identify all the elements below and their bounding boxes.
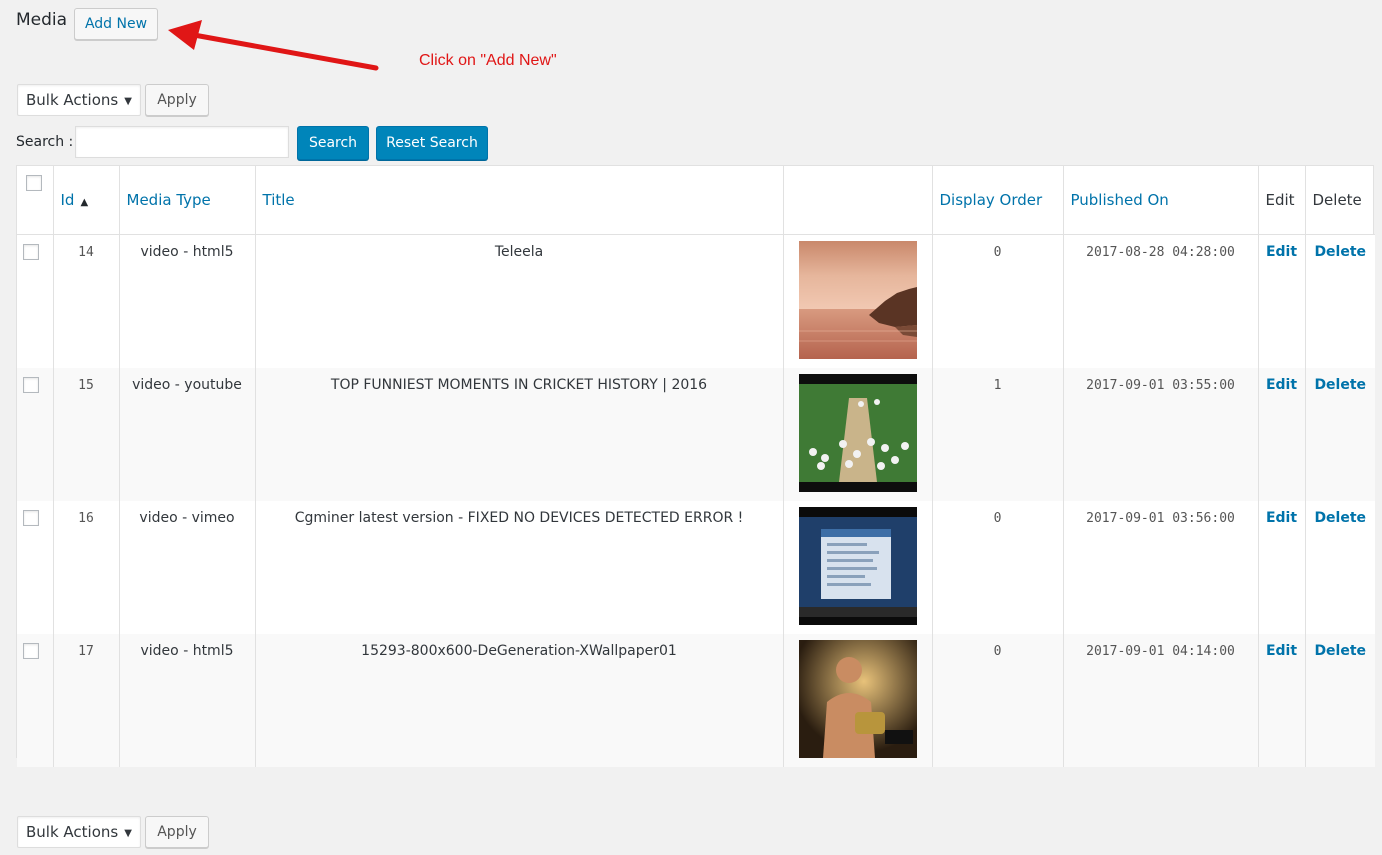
dropdown-arrow-icon: ▼ <box>124 828 132 839</box>
annotation-arrow-icon <box>168 20 379 71</box>
select-all-checkbox[interactable] <box>26 175 42 191</box>
delete-link[interactable]: Delete <box>1314 643 1366 659</box>
row-edit-cell: Edit <box>1258 633 1306 767</box>
row-checkbox-cell <box>17 633 54 767</box>
row-edit-cell: Edit <box>1258 367 1306 501</box>
row-published-on: 2017-09-01 03:56:00 <box>1063 500 1259 634</box>
row-id: 14 <box>53 234 120 368</box>
row-media-type: video - html5 <box>119 234 256 368</box>
edit-link[interactable]: Edit <box>1266 510 1297 526</box>
delete-link[interactable]: Delete <box>1314 510 1366 526</box>
column-delete: Delete <box>1305 166 1375 235</box>
row-checkbox[interactable] <box>23 642 39 659</box>
media-table: Id ▲ Media Type Title Display Order Publi… <box>16 165 1375 767</box>
delete-link[interactable]: Delete <box>1314 244 1366 260</box>
cricket-field-thumbnail <box>798 373 917 492</box>
row-thumbnail-cell <box>783 633 933 767</box>
row-display-order: 1 <box>932 367 1064 501</box>
search-button[interactable]: Search <box>297 126 369 160</box>
row-checkbox-cell <box>17 367 54 501</box>
annotation-text: Click on "Add New" <box>419 52 557 69</box>
column-edit: Edit <box>1258 166 1306 235</box>
row-published-on: 2017-09-01 04:14:00 <box>1063 633 1259 767</box>
row-media-type: video - vimeo <box>119 500 256 634</box>
row-published-on: 2017-09-01 03:55:00 <box>1063 367 1259 501</box>
column-published-on[interactable]: Published On <box>1063 166 1259 235</box>
row-title: TOP FUNNIEST MOMENTS IN CRICKET HISTORY … <box>255 367 784 501</box>
table-header-row: Id ▲ Media Type Title Display Order Publi… <box>17 166 1375 235</box>
row-delete-cell: Delete <box>1305 235 1375 368</box>
edit-link[interactable]: Edit <box>1266 377 1297 393</box>
sunset-sea-thumbnail <box>798 241 917 359</box>
row-thumbnail-cell <box>783 500 933 634</box>
bulk-actions-label: Bulk Actions <box>26 823 119 841</box>
delete-link[interactable]: Delete <box>1314 377 1366 393</box>
table-row: 14 video - html5 Teleela 0 2017-08-28 04… <box>17 234 1375 368</box>
bulk-actions-select-bottom[interactable]: Bulk Actions ▼ <box>17 816 141 848</box>
row-delete-cell: Delete <box>1305 501 1375 634</box>
row-title: Cgminer latest version - FIXED NO DEVICE… <box>255 500 784 634</box>
row-id: 17 <box>53 633 120 767</box>
search-input[interactable] <box>75 126 289 158</box>
row-title: Teleela <box>255 234 784 368</box>
row-thumbnail-cell <box>783 367 933 501</box>
bulk-actions-select-top[interactable]: Bulk Actions ▼ <box>17 84 141 116</box>
wrestler-thumbnail <box>798 639 917 758</box>
row-display-order: 0 <box>932 633 1064 767</box>
row-edit-cell: Edit <box>1258 500 1306 634</box>
apply-button-bottom[interactable]: Apply <box>145 816 209 848</box>
row-media-type: video - html5 <box>119 633 256 767</box>
row-id: 15 <box>53 367 120 501</box>
row-edit-cell: Edit <box>1258 234 1306 368</box>
row-checkbox-cell <box>17 500 54 634</box>
select-all-cell <box>17 166 54 235</box>
search-label: Search : <box>16 134 74 150</box>
column-thumbnail <box>783 166 933 235</box>
column-display-order[interactable]: Display Order <box>932 166 1064 235</box>
row-checkbox[interactable] <box>23 509 39 526</box>
edit-link[interactable]: Edit <box>1266 643 1297 659</box>
add-new-button[interactable]: Add New <box>74 8 158 40</box>
column-title[interactable]: Title <box>255 166 784 235</box>
table-row: 16 video - vimeo Cgminer latest version … <box>17 500 1375 634</box>
row-media-type: video - youtube <box>119 367 256 501</box>
row-thumbnail-cell <box>783 234 933 368</box>
column-media-type[interactable]: Media Type <box>119 166 256 235</box>
row-checkbox[interactable] <box>23 244 39 260</box>
row-delete-cell: Delete <box>1305 634 1375 767</box>
row-id: 16 <box>53 500 120 634</box>
edit-link[interactable]: Edit <box>1266 244 1297 260</box>
table-row: 17 video - html5 15293-800x600-DeGenerat… <box>17 633 1375 767</box>
table-row: 15 video - youtube TOP FUNNIEST MOMENTS … <box>17 367 1375 501</box>
page-title: Media <box>16 10 68 30</box>
row-title: 15293-800x600-DeGeneration-XWallpaper01 <box>255 633 784 767</box>
row-published-on: 2017-08-28 04:28:00 <box>1063 234 1259 368</box>
row-delete-cell: Delete <box>1305 368 1375 501</box>
apply-button-top[interactable]: Apply <box>145 84 209 116</box>
row-display-order: 0 <box>932 500 1064 634</box>
bulk-actions-label: Bulk Actions <box>26 91 119 109</box>
row-checkbox[interactable] <box>23 376 39 393</box>
column-id[interactable]: Id ▲ <box>53 166 120 235</box>
column-id-label: Id <box>60 191 75 209</box>
row-display-order: 0 <box>932 234 1064 368</box>
sort-ascending-icon: ▲ <box>80 197 89 208</box>
row-checkbox-cell <box>17 234 54 368</box>
reset-search-button[interactable]: Reset Search <box>376 126 488 160</box>
screen-recording-thumbnail <box>798 506 917 625</box>
dropdown-arrow-icon: ▼ <box>124 96 132 107</box>
